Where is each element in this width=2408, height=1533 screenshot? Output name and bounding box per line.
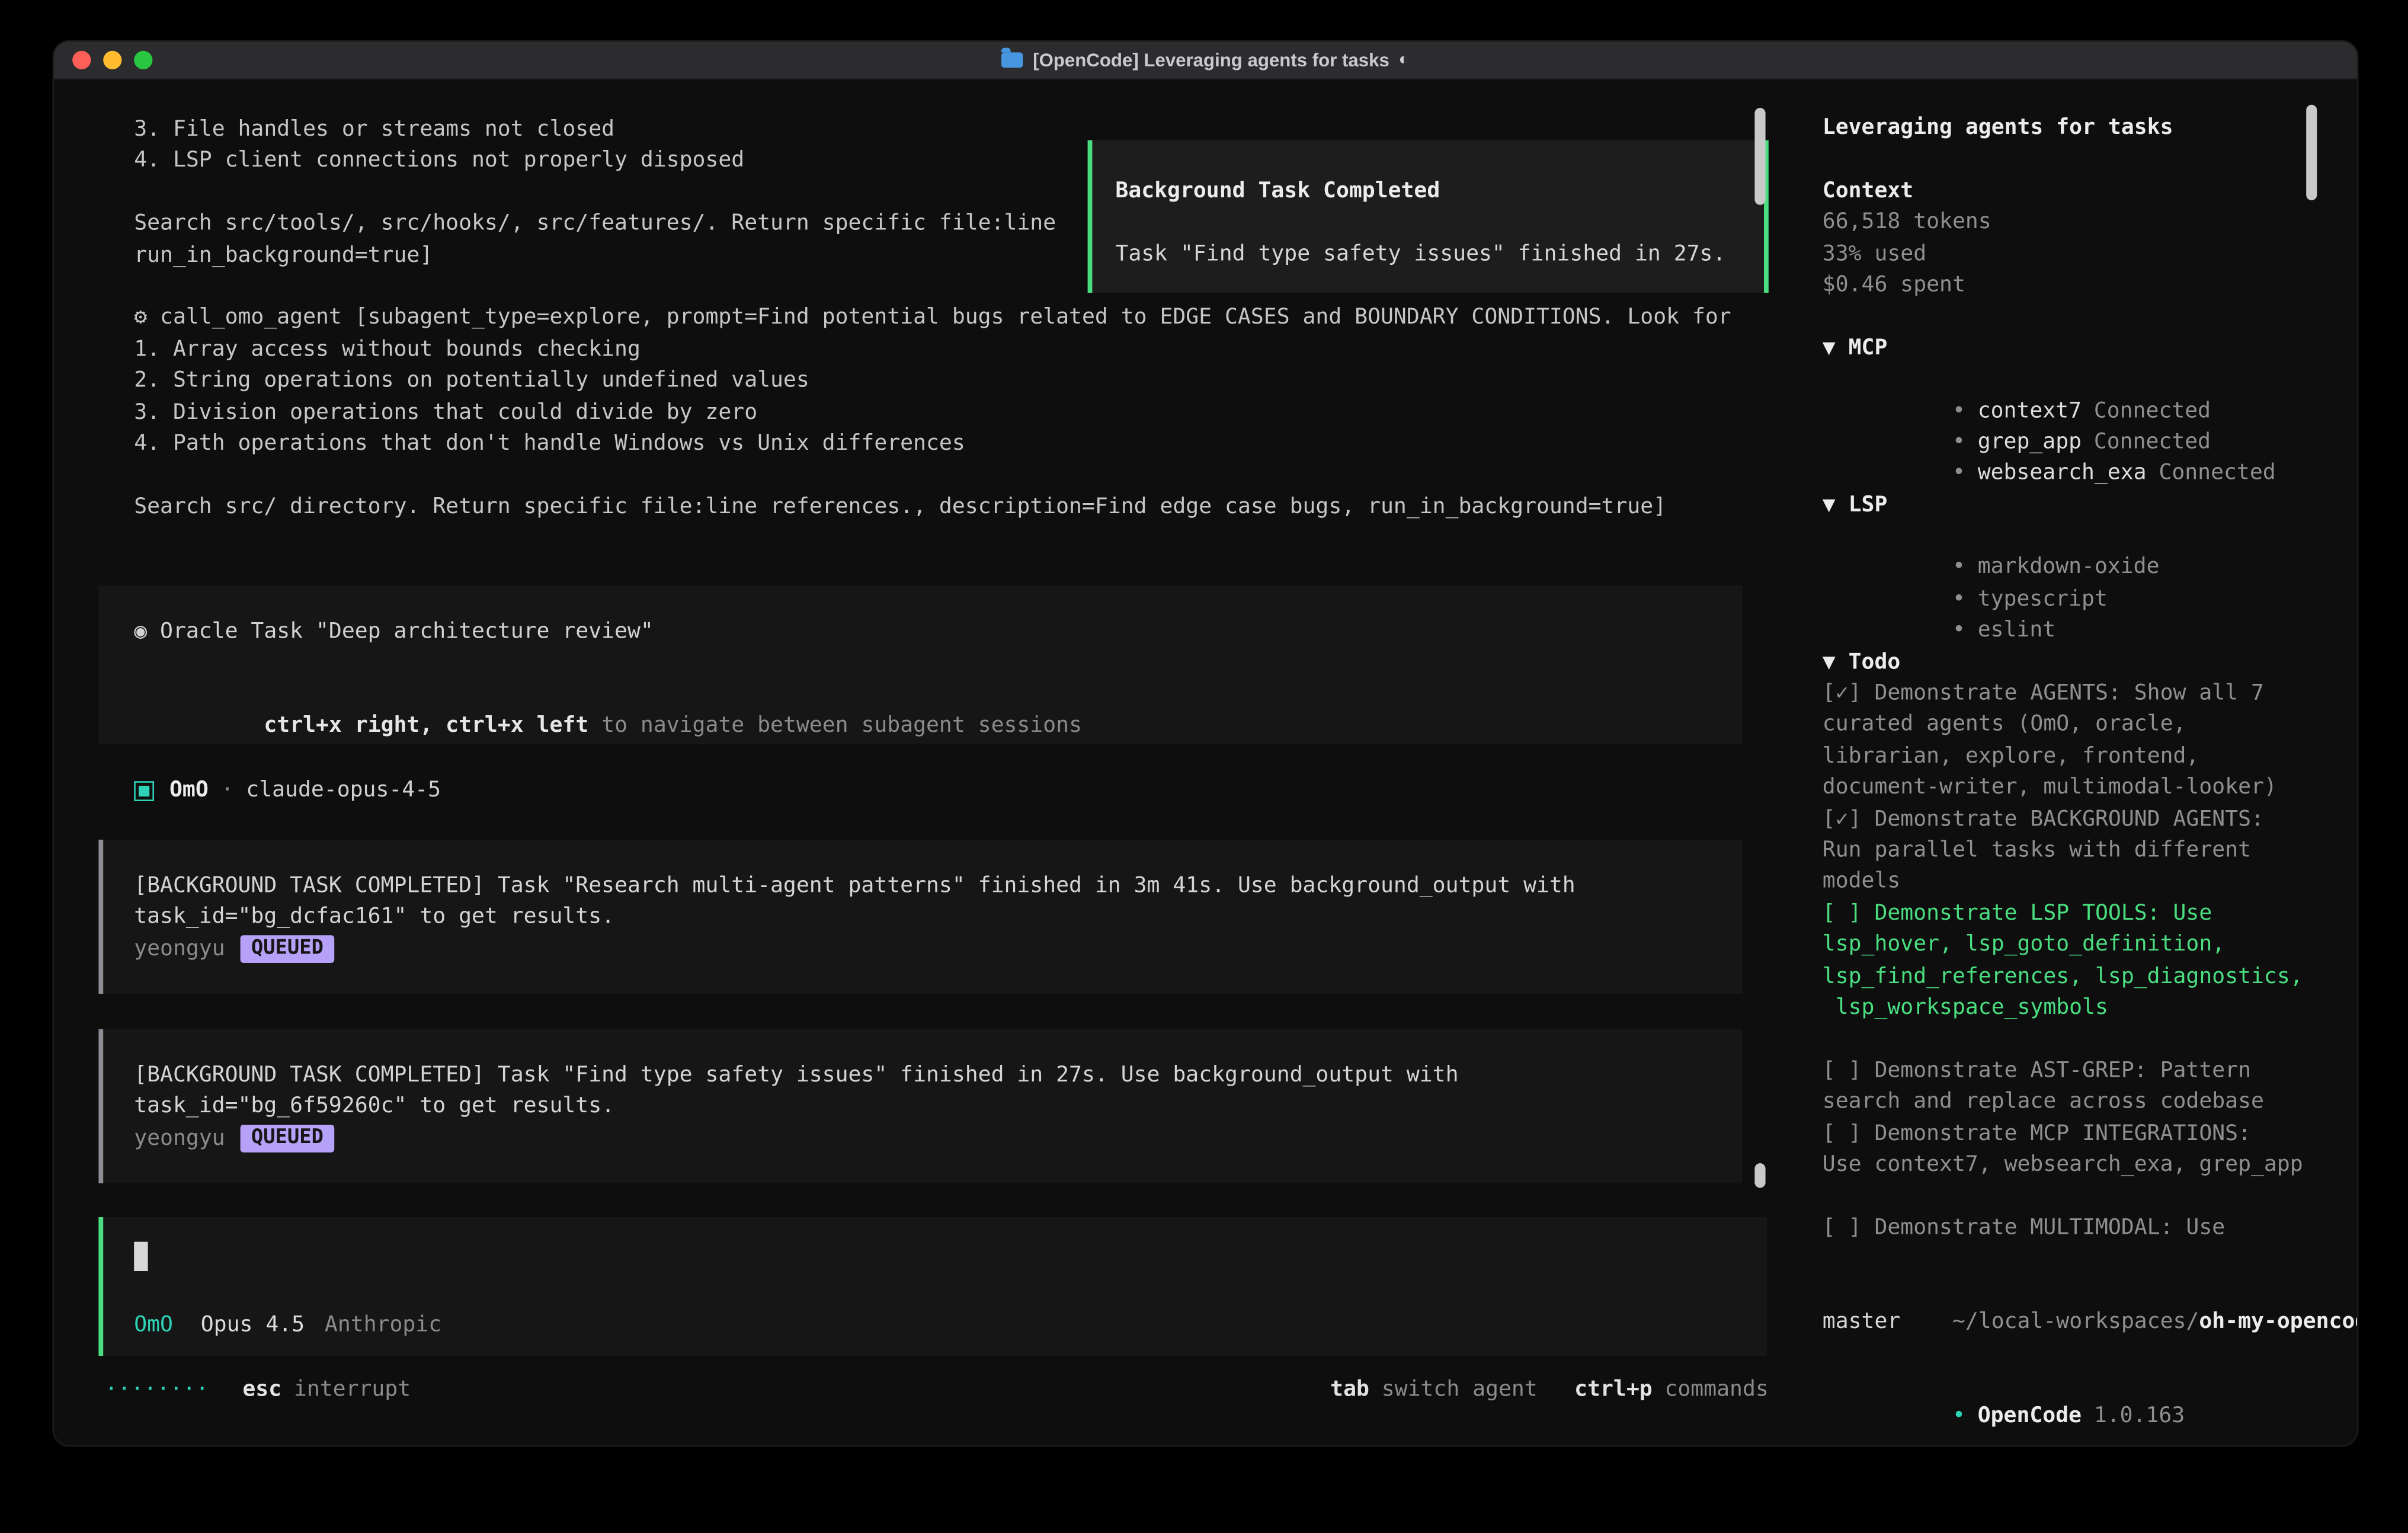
toast-title: Background Task Completed [1115,175,1764,207]
mcp-item: •context7Connected [1823,364,2357,395]
tab-key-label: switch agent [1382,1374,1538,1406]
todo-item: [ ] Demonstrate MULTIMODAL: Use [1823,1212,2357,1244]
screen: [OpenCode] Leveraging agents for tasks ◐… [0,0,2408,1533]
agent-square-icon [134,780,154,801]
bullet-icon: • [1952,461,1965,486]
bullet-icon: • [1952,555,1965,580]
main-scrollbar-thumb[interactable] [1754,108,1765,205]
input-model-name: Opus 4.5 [201,1310,305,1341]
model-row: OmO Opus 4.5 Anthropic [134,1310,441,1341]
agent-model: claude-opus-4-5 [246,775,441,806]
agent-header: OmO · claude-opus-4-5 [134,775,441,806]
todo-item: [ ] Demonstrate AST-GREP: Pattern search… [1823,1055,2357,1118]
window-title-group: [OpenCode] Leveraging agents for tasks ◐ [1002,49,1409,71]
message-author: yeongyu [134,933,225,965]
lsp-item: •markdown-oxide [1823,521,2357,552]
hint-text: to navigate between subagent sessions [588,713,1082,738]
close-window-button[interactable] [72,51,91,69]
context-tokens: 66,518 tokens [1823,207,2357,238]
todo-item: [ ] Demonstrate MCP INTEGRATIONS: Use co… [1823,1118,2357,1181]
esc-key-label: interrupt [294,1374,411,1406]
agent-name: OmO [169,775,209,806]
message-text-line: task_id="bg_dcfac161" to get results. [134,902,1742,933]
queued-message: [BACKGROUND TASK COMPLETED] Task "Resear… [98,840,1742,994]
esc-key-hint: esc [242,1374,281,1406]
status-right: tab switch agent ctrl+p commands [1330,1374,1769,1406]
window-title: [OpenCode] Leveraging agents for tasks [1033,49,1389,71]
queued-message: [BACKGROUND TASK COMPLETED] Task "Find t… [98,1029,1742,1183]
context-heading: Context [1823,175,2357,207]
bullet-icon: • [1952,587,1965,612]
app-version: •OpenCode1.0.163 [1823,1369,2357,1401]
todo-item: [ ] Demonstrate LSP TOOLS: Use lsp_hover… [1823,898,2357,1023]
message-text-line: task_id="bg_6f59260c" to get results. [134,1092,1742,1123]
half-circle-icon: ◐ [1398,51,1408,69]
spinner-dots: ········ [105,1374,209,1406]
sidebar-scrollbar-thumb[interactable] [2306,105,2317,200]
subagent-nav-hint: ctrl+x right, ctrl+x left to navigate be… [134,679,1742,711]
bullet-icon: • [1952,1404,1965,1429]
oracle-task-panel[interactable]: ◉ Oracle Task "Deep architecture review"… [98,585,1742,744]
message-author: yeongyu [134,1123,225,1154]
ctrlp-key-label: commands [1664,1374,1768,1406]
text-cursor [134,1242,148,1271]
zoom-window-button[interactable] [134,51,152,69]
folder-icon [1002,52,1023,68]
input-agent-name: OmO [134,1310,173,1341]
separator-dot: · [221,775,234,806]
session-sidebar: Leveraging agents for tasks Context 66,5… [1798,80,2357,1445]
message-meta: yeongyu QUEUED [134,1123,1742,1154]
bullet-icon: • [1952,430,1965,455]
terminal-content: 3. File handles or streams not closed 4.… [54,80,2357,1445]
session-title: Leveraging agents for tasks [1823,113,2357,144]
ctrlp-key-hint: ctrl+p [1574,1374,1653,1406]
workspace-path: ~/local-workspaces/oh-my-opencode: [1823,1275,2357,1307]
mcp-section-heading[interactable]: ▼ MCP [1823,332,2357,364]
main-scrollbar-thumb-lower[interactable] [1754,1163,1765,1188]
todo-item: [✓] Demonstrate BACKGROUND AGENTS: Run p… [1823,804,2357,898]
bullet-icon: • [1952,618,1965,643]
hint-keys: ctrl+x right, ctrl+x left [264,713,588,738]
background-task-toast: Background Task Completed Task "Find typ… [1088,140,1769,293]
message-meta: yeongyu QUEUED [134,933,1742,965]
toast-body: Task "Find type safety issues" finished … [1115,238,1764,270]
traffic-lights [72,41,152,78]
tab-key-hint: tab [1330,1374,1369,1406]
message-text-line: [BACKGROUND TASK COMPLETED] Task "Resear… [134,870,1742,902]
status-left: ········ esc interrupt [105,1374,411,1406]
context-spent: $0.46 spent [1823,270,2357,301]
queued-badge: QUEUED [241,935,335,963]
message-text-line: [BACKGROUND TASK COMPLETED] Task "Find t… [134,1060,1742,1092]
context-used: 33% used [1823,238,2357,270]
todo-item: [✓] Demonstrate AGENTS: Show all 7 curat… [1823,678,2357,804]
minimize-window-button[interactable] [103,51,121,69]
prompt-input[interactable]: OmO Opus 4.5 Anthropic [98,1217,1767,1356]
status-bar: ········ esc interrupt tab switch agent … [105,1374,1769,1406]
input-model-provider: Anthropic [325,1310,441,1341]
bullet-icon: • [1952,398,1965,423]
opencode-window: [OpenCode] Leveraging agents for tasks ◐… [54,41,2357,1445]
titlebar: [OpenCode] Leveraging agents for tasks ◐ [54,41,2357,80]
oracle-task-title: ◉ Oracle Task "Deep architecture review" [134,616,1742,648]
queued-badge: QUEUED [241,1125,335,1153]
